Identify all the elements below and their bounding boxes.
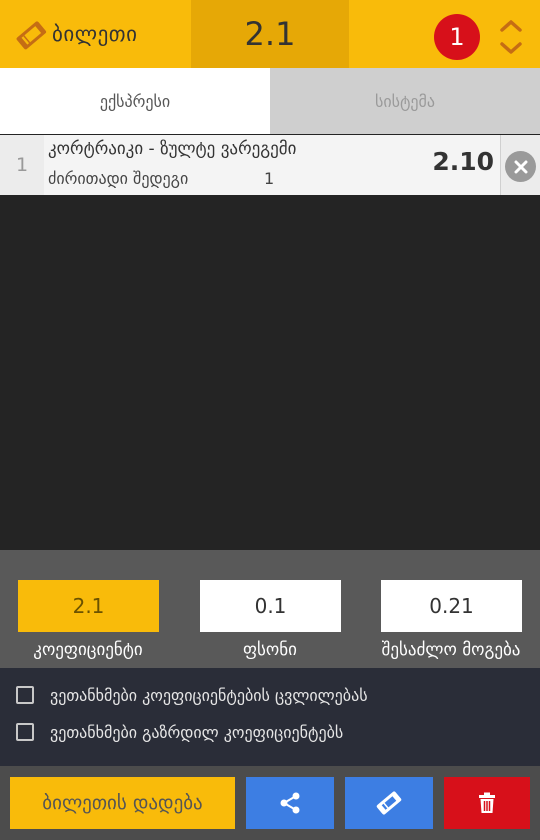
bet-index: 1 — [15, 154, 29, 176]
accept-increased-odds-option[interactable]: ვეთანხმები გაზრდილ კოეფიციენტებს — [16, 720, 343, 744]
share-icon — [280, 792, 300, 814]
ticket-icon — [376, 791, 402, 815]
tab-system[interactable]: სისტემა — [270, 68, 540, 134]
coefficient-field: 2.1 — [18, 580, 159, 632]
accept-increased-odds-checkbox[interactable] — [16, 723, 34, 741]
possible-win-field: 0.21 — [381, 580, 522, 632]
action-bar: ბილეთის დადება — [0, 766, 540, 840]
match-name: კორტრაიკი - ზულტე ვარეგემი — [48, 139, 297, 159]
share-button[interactable] — [246, 777, 334, 829]
place-bet-button[interactable]: ბილეთის დადება — [10, 777, 235, 829]
possible-win-label: შესაძლო მოგება — [381, 640, 521, 660]
trash-icon — [479, 792, 495, 813]
coefficient-label: კოეფიციენტი — [33, 640, 143, 660]
stake-panel: 2.1 0.1 0.21 კოეფიციენტი ფსონი შესაძლო მ… — [0, 550, 540, 668]
expand-collapse-icon[interactable] — [498, 18, 524, 56]
market-name: ძირითადი შედეგი — [48, 169, 189, 188]
bet-slip-title: ბილეთი — [52, 22, 138, 46]
bet-details: კორტრაიკი - ზულტე ვარეგემი ძირითადი შედე… — [44, 135, 500, 195]
outcome: 1 — [264, 169, 275, 188]
remove-bet-button[interactable] — [505, 151, 536, 182]
bet-row: 1 კორტრაიკი - ზულტე ვარეგემი ძირითადი შე… — [0, 135, 540, 195]
accept-odds-change-option[interactable]: ვეთანხმები კოეფიციენტების ცვლილებას — [16, 683, 368, 707]
bet-odds: 2.10 — [432, 147, 494, 176]
ticket-button[interactable] — [345, 777, 433, 829]
close-icon — [514, 160, 527, 173]
tab-express[interactable]: ექსპრესი — [0, 68, 270, 134]
bet-count-badge: 1 — [434, 14, 480, 60]
bet-slip-header: ბილეთი 2.1 1 — [0, 0, 540, 68]
total-odds: 2.1 — [191, 0, 349, 68]
delete-button[interactable] — [444, 777, 530, 829]
accept-odds-change-label: ვეთანხმები კოეფიციენტების ცვლილებას — [50, 685, 368, 705]
divider — [500, 135, 501, 195]
stake-label: ფსონი — [243, 640, 297, 660]
accept-increased-odds-label: ვეთანხმები გაზრდილ კოეფიციენტებს — [50, 722, 344, 742]
accept-odds-change-checkbox[interactable] — [16, 686, 34, 704]
ticket-icon — [16, 21, 47, 50]
options-panel: ვეთანხმები კოეფიციენტების ცვლილებას ვეთა… — [0, 668, 540, 766]
stake-input[interactable]: 0.1 — [200, 580, 341, 632]
